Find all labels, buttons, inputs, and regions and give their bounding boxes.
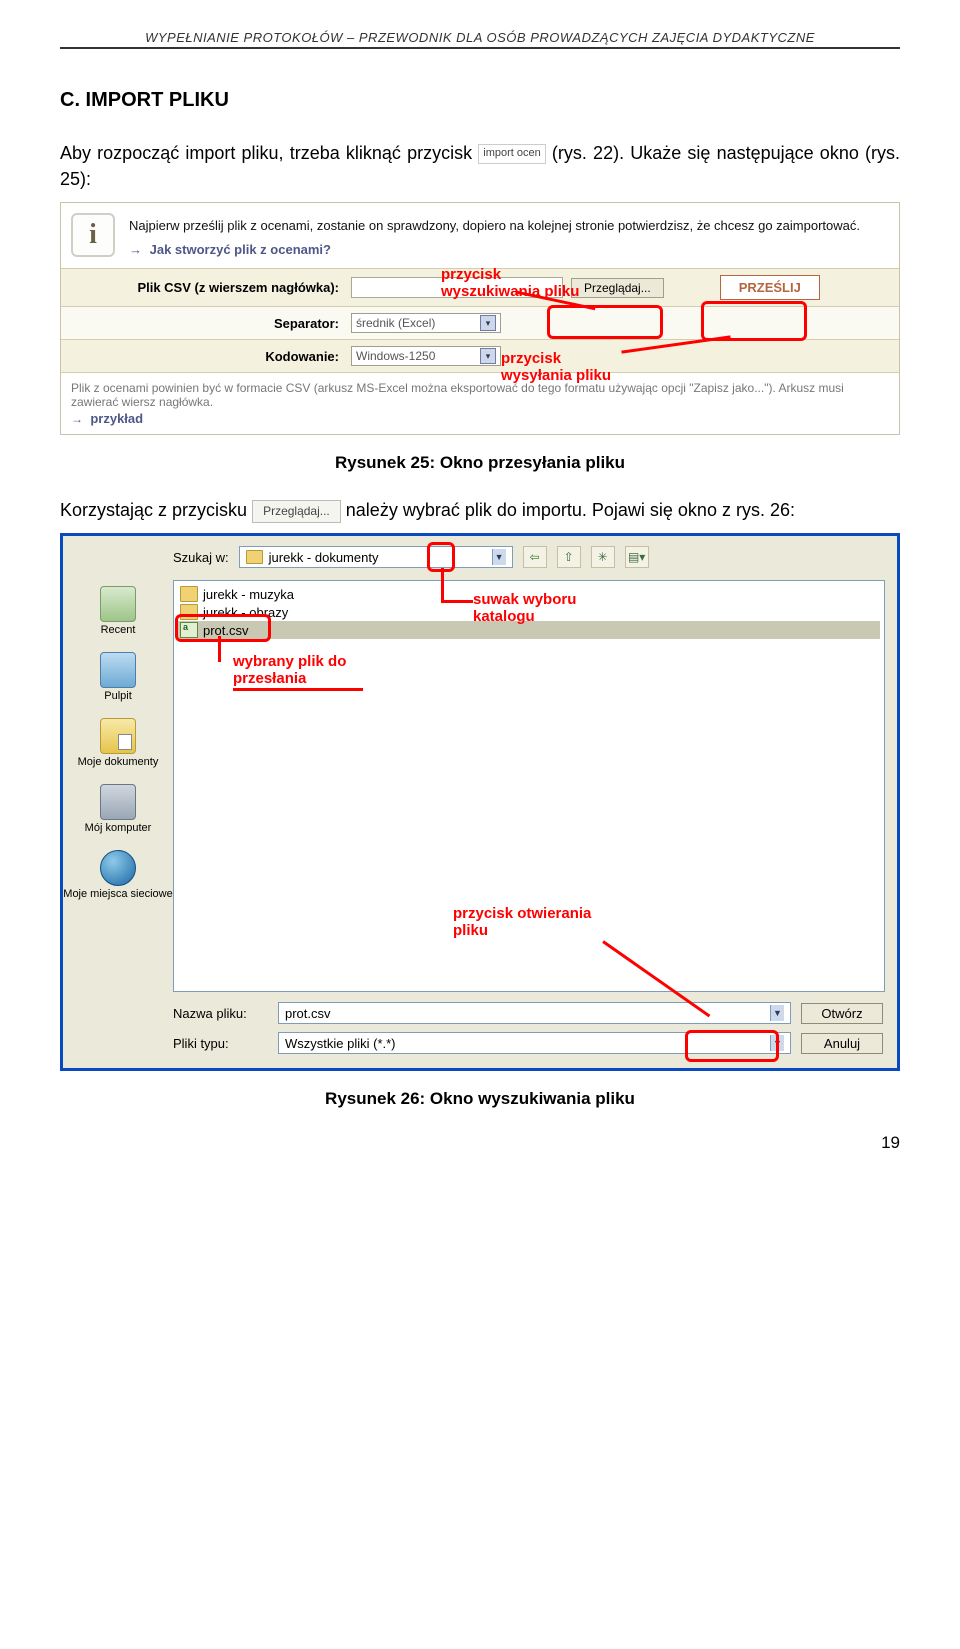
separator-select[interactable]: średnik (Excel) ▾ (351, 313, 501, 333)
encoding-select[interactable]: Windows-1250 ▾ (351, 346, 501, 366)
paragraph-2: Korzystając z przycisku Przeglądaj... na… (60, 497, 900, 523)
file-list-pane[interactable]: jurekk - muzyka jurekk - obrazy prot.csv (173, 580, 885, 992)
chevron-down-icon: ▾ (480, 348, 496, 364)
page-header: WYPEŁNIANIE PROTOKOŁÓW – PRZEWODNIK DLA … (60, 30, 900, 49)
places-sidebar: Recent Pulpit Moje dokumenty Mój kompute… (63, 576, 173, 996)
filetype-label: Pliki typu: (173, 1036, 268, 1051)
footnote-text: Plik z ocenami powinien być w formacie C… (61, 373, 899, 411)
back-icon[interactable]: ⇦ (523, 546, 547, 568)
file-item[interactable]: jurekk - muzyka (178, 585, 880, 603)
sidebar-item-label: Moje dokumenty (78, 756, 159, 768)
open-button[interactable]: Otwórz (801, 1003, 883, 1024)
folder-icon (180, 586, 198, 602)
file-item-label: jurekk - muzyka (203, 587, 294, 602)
cancel-button[interactable]: Anuluj (801, 1033, 883, 1054)
file-item-label: prot.csv (203, 623, 249, 638)
page-number: 19 (60, 1133, 900, 1153)
section-title: C. IMPORT PLIKU (60, 89, 900, 112)
przegladaj-button[interactable]: Przeglądaj... (252, 500, 341, 523)
view-icon[interactable]: ▤▾ (625, 546, 649, 568)
screenshot-open-dialog: Szukaj w: jurekk - dokumenty ▼ ⇦ ⇧ ✳ ▤▾ … (60, 533, 900, 1071)
documents-icon (100, 718, 136, 754)
csv-file-icon (180, 622, 198, 638)
file-item[interactable]: jurekk - obrazy (178, 603, 880, 621)
chevron-down-icon: ▼ (492, 549, 506, 565)
sidebar-item-label: Recent (101, 624, 136, 636)
encoding-value: Windows-1250 (356, 349, 435, 363)
arrow-icon: → (129, 242, 142, 257)
caption-fig26: Rysunek 26: Okno wyszukiwania pliku (60, 1089, 900, 1109)
sidebar-desktop[interactable]: Pulpit (63, 652, 173, 702)
info-icon: i (71, 213, 115, 257)
browse-button[interactable]: Przeglądaj... (571, 278, 664, 298)
csv-file-input[interactable] (351, 277, 563, 298)
lookin-label: Szukaj w: (173, 550, 229, 565)
info-message: Najpierw prześlij plik z ocenami, zostan… (129, 217, 860, 235)
label-csv: Plik CSV (z wierszem nagłówka): (69, 280, 351, 295)
filename-value: prot.csv (285, 1006, 331, 1021)
filetype-value: Wszystkie pliki (*.*) (285, 1036, 396, 1051)
info-link-howto[interactable]: Jak stworzyć plik z ocenami? (150, 242, 331, 257)
sidebar-item-label: Pulpit (104, 690, 132, 702)
up-icon[interactable]: ⇧ (557, 546, 581, 568)
para1-text-a: Aby rozpocząć import pliku, trzeba klikn… (60, 143, 478, 163)
desktop-icon (100, 652, 136, 688)
arrow-icon: → (71, 412, 83, 426)
paragraph-1: Aby rozpocząć import pliku, trzeba klikn… (60, 140, 900, 192)
screenshot-upload-window: i Najpierw prześlij plik z ocenami, zost… (60, 202, 900, 435)
new-folder-icon[interactable]: ✳ (591, 546, 615, 568)
network-icon (100, 850, 136, 886)
filetype-select[interactable]: Wszystkie pliki (*.*) ▼ (278, 1032, 791, 1054)
computer-icon (100, 784, 136, 820)
para2-text-a: Korzystając z przycisku (60, 500, 252, 520)
sidebar-documents[interactable]: Moje dokumenty (63, 718, 173, 768)
filename-input[interactable]: prot.csv ▼ (278, 1002, 791, 1024)
sidebar-item-label: Moje miejsca sieciowe (63, 888, 172, 900)
sidebar-computer[interactable]: Mój komputer (63, 784, 173, 834)
file-item-selected[interactable]: prot.csv (178, 621, 880, 639)
folder-icon (246, 550, 263, 564)
separator-value: średnik (Excel) (356, 316, 435, 330)
chevron-down-icon: ▼ (770, 1035, 784, 1051)
chevron-down-icon: ▼ (770, 1005, 784, 1021)
chevron-down-icon: ▾ (480, 315, 496, 331)
filename-label: Nazwa pliku: (173, 1006, 268, 1021)
label-separator: Separator: (69, 316, 351, 331)
example-link[interactable]: przykład (90, 411, 143, 426)
file-item-label: jurekk - obrazy (203, 605, 288, 620)
lookin-value: jurekk - dokumenty (269, 550, 379, 565)
sidebar-item-label: Mój komputer (85, 822, 152, 834)
folder-icon (180, 604, 198, 620)
send-button[interactable]: PRZEŚLIJ (720, 275, 820, 300)
sidebar-recent[interactable]: Recent (63, 586, 173, 636)
caption-fig25: Rysunek 25: Okno przesyłania pliku (60, 453, 900, 473)
sidebar-network[interactable]: Moje miejsca sieciowe (63, 850, 173, 900)
lookin-select[interactable]: jurekk - dokumenty ▼ (239, 546, 513, 568)
para2-text-b: należy wybrać plik do importu. Pojawi si… (346, 500, 795, 520)
import-ocen-button[interactable]: import ocen (478, 144, 545, 164)
label-encoding: Kodowanie: (69, 349, 351, 364)
recent-icon (100, 586, 136, 622)
